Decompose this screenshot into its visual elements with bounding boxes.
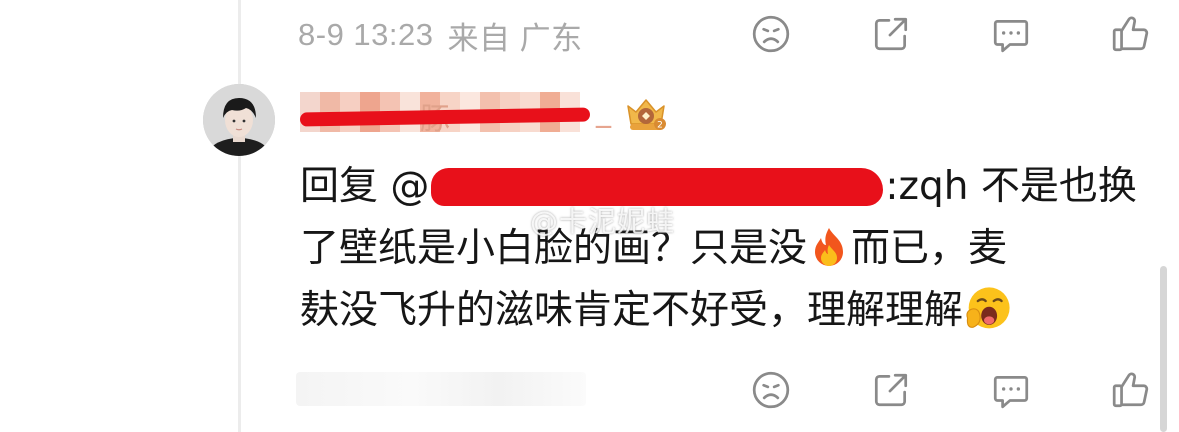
reply-line-3: 麸没飞升的滋味肯定不好受，理解理解 xyxy=(300,280,1150,342)
fire-emoji-icon xyxy=(815,227,844,266)
dislike-icon xyxy=(752,371,790,409)
like-icon xyxy=(1112,16,1149,52)
mention-tail[interactable]: :zqh xyxy=(885,164,968,209)
share-icon xyxy=(874,373,908,407)
dislike-button[interactable] xyxy=(748,11,794,57)
dislike-button[interactable] xyxy=(748,367,794,413)
reply-line-1: 回复 @ :zqh 不是也换 xyxy=(300,156,1150,218)
comment-location: 来自 广东 xyxy=(447,20,583,56)
reply-meta-blurred xyxy=(296,372,586,406)
username-suffix: _ xyxy=(596,94,611,129)
reply-actions xyxy=(748,366,1154,414)
svg-text:2: 2 xyxy=(657,121,663,131)
avatar-photo xyxy=(203,84,275,156)
comment-icon xyxy=(993,376,1029,409)
mention-at[interactable]: @ xyxy=(390,164,429,209)
reply-text: 回复 @ :zqh 不是也换 了壁纸是小白脸的画？只是没 而已，麦 麸没飞升的滋味… xyxy=(300,156,1150,342)
comment-meta: 8-9 13:23 来自 广东 xyxy=(298,14,583,56)
share-icon xyxy=(874,17,908,51)
reply-button[interactable] xyxy=(988,367,1034,413)
like-icon xyxy=(1112,372,1149,408)
reply-button[interactable] xyxy=(988,11,1034,57)
comment-actions xyxy=(748,10,1154,58)
reply-prefix: 回复 xyxy=(300,164,379,209)
dislike-icon xyxy=(752,15,790,53)
scrollbar[interactable] xyxy=(1160,266,1167,432)
share-button[interactable] xyxy=(868,11,914,57)
reply-line-1-text: 不是也换 xyxy=(980,164,1137,209)
yawning-face-emoji-icon xyxy=(966,286,1010,328)
share-button[interactable] xyxy=(868,367,914,413)
like-button[interactable] xyxy=(1108,11,1154,57)
avatar[interactable] xyxy=(203,84,275,156)
reply-line-2b: 而已，麦 xyxy=(851,226,1008,271)
reply-line-2: 了壁纸是小白脸的画？只是没 而已，麦 xyxy=(300,218,1150,280)
reply-line-3-text: 麸没飞升的滋味肯定不好受，理解理解 xyxy=(300,288,964,333)
fan-crown-badge-icon: 2 xyxy=(627,99,666,131)
watermark: @卡泥妮蛙 xyxy=(530,205,676,238)
username-redacted[interactable]: 豚 _ xyxy=(299,92,620,137)
like-button[interactable] xyxy=(1108,367,1154,413)
thread-divider xyxy=(238,0,241,432)
comment-date: 8-9 13:23 xyxy=(298,17,434,52)
comment-icon xyxy=(993,20,1029,53)
